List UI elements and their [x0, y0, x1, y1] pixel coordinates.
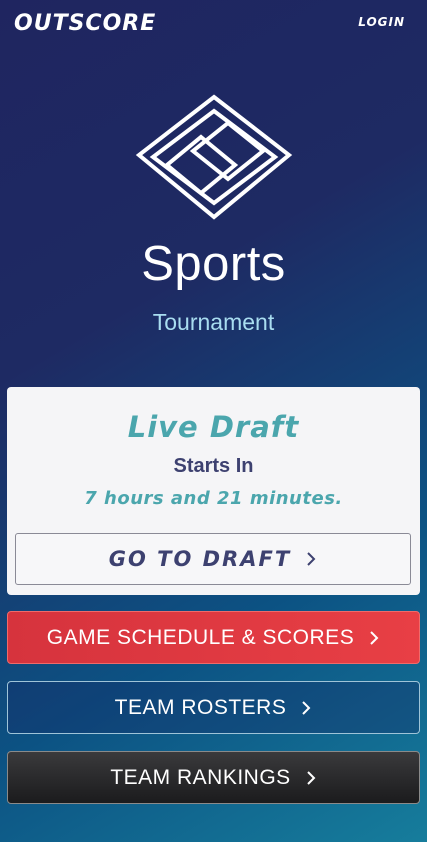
chevron-right-icon [307, 552, 316, 566]
game-schedule-label: GAME SCHEDULE & SCORES [46, 625, 355, 649]
brand-logo[interactable]: OUTSCORE [14, 11, 156, 36]
draft-countdown: 7 hours and 21 minutes. [84, 488, 343, 509]
hero-title: Sports [141, 237, 286, 291]
live-draft-card: Live Draft Starts In 7 hours and 21 minu… [7, 387, 420, 595]
chevron-right-icon [306, 770, 316, 785]
team-rosters-button[interactable]: TEAM ROSTERS [7, 681, 420, 734]
team-rosters-label: TEAM ROSTERS [114, 695, 287, 719]
go-to-draft-label: GO TO DRAFT [108, 547, 292, 571]
top-bar: OUTSCORE LOGIN [0, 0, 427, 46]
starts-in-label: Starts In [173, 455, 254, 477]
chevron-right-icon [302, 700, 311, 715]
hero-subtitle: Tournament [152, 309, 275, 335]
login-link[interactable]: LOGIN [358, 15, 405, 29]
team-rankings-button[interactable]: TEAM RANKINGS [7, 751, 420, 804]
go-to-draft-button[interactable]: GO TO DRAFT [15, 533, 411, 585]
live-draft-title: Live Draft [127, 410, 300, 444]
nested-diamond-logo-icon [135, 94, 293, 220]
game-schedule-button[interactable]: GAME SCHEDULE & SCORES [7, 611, 420, 664]
chevron-right-icon [370, 630, 379, 645]
team-rankings-label: TEAM RANKINGS [110, 765, 291, 789]
